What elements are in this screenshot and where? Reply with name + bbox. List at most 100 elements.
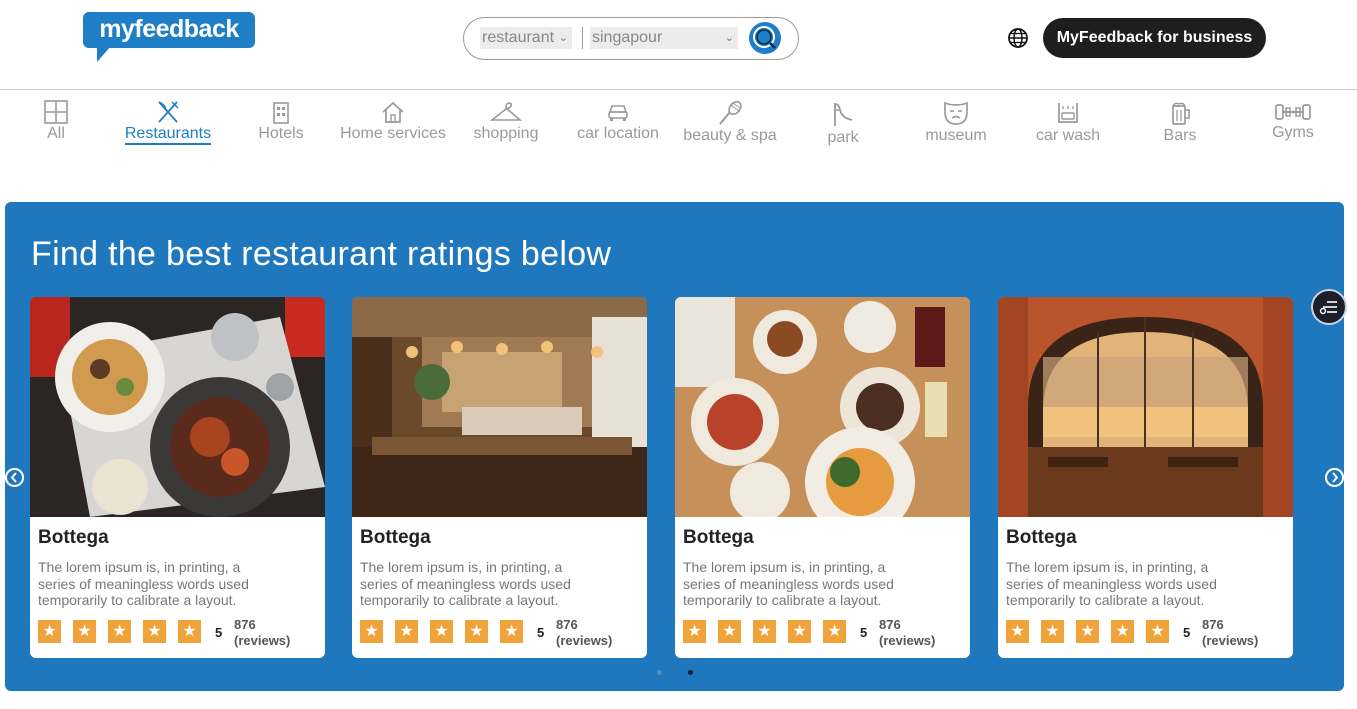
building-icon — [273, 102, 289, 124]
review-count-number: 876 — [879, 617, 901, 632]
carousel-next-button[interactable] — [1325, 468, 1344, 487]
category-label: Restaurants — [124, 125, 212, 145]
location-select[interactable]: singapour ⌄ — [590, 27, 738, 49]
carousel-dot[interactable] — [657, 670, 662, 675]
category-car-location[interactable]: car location — [558, 96, 678, 143]
fork-knife-icon — [158, 101, 179, 123]
category-label: beauty & spa — [683, 127, 777, 144]
category-beauty-spa[interactable]: beauty & spa — [670, 96, 790, 145]
floating-filter-button[interactable] — [1311, 289, 1347, 325]
star-icon: ★ — [395, 620, 418, 643]
category-label: Gyms — [1272, 124, 1314, 141]
star-icon: ★ — [1146, 620, 1169, 643]
mask-icon — [944, 101, 968, 125]
star-icon: ★ — [465, 620, 488, 643]
table-food-photo — [675, 297, 970, 517]
star-icon: ★ — [1076, 620, 1099, 643]
category-label: car wash — [1035, 127, 1101, 144]
site-header: myfeedback restaurant ⌄ singapour ⌄ MyFe… — [0, 0, 1357, 90]
search-button[interactable] — [749, 22, 781, 54]
chevron-right-icon — [1325, 468, 1344, 487]
chevron-left-icon — [5, 468, 24, 487]
review-count[interactable]: 876 (reviews) — [234, 617, 290, 649]
review-count[interactable]: 876 (reviews) — [556, 617, 612, 649]
category-label: museum — [925, 127, 987, 144]
star-icon: ★ — [1041, 620, 1064, 643]
star-icon: ★ — [73, 620, 96, 643]
category-all[interactable]: All — [0, 96, 116, 143]
category-label: Hotels — [258, 125, 304, 142]
rating-value: 5 — [537, 625, 545, 640]
carousel-dot-active[interactable] — [688, 670, 693, 675]
category-restaurants[interactable]: Restaurants — [108, 96, 228, 145]
restaurant-name: Bottega — [1006, 527, 1077, 548]
spa-icon — [719, 100, 742, 125]
category-bars[interactable]: Bars — [1120, 96, 1240, 145]
chevron-down-icon: ⌄ — [724, 32, 734, 44]
star-icon: ★ — [1006, 620, 1029, 643]
section-title: Find the best restaurant ratings below — [31, 235, 612, 273]
star-icon: ★ — [718, 620, 741, 643]
star-icon: ★ — [500, 620, 523, 643]
beer-icon — [1172, 102, 1190, 125]
carousel-prev-button[interactable] — [5, 468, 24, 487]
star-icon: ★ — [108, 620, 131, 643]
category-label: car location — [577, 125, 659, 142]
grid-icon — [44, 100, 68, 124]
logo-text: myfeedback — [99, 15, 239, 43]
restaurant-description: The lorem ipsum is, in printing, a serie… — [683, 559, 894, 608]
rating-value: 5 — [215, 625, 223, 640]
car-icon — [608, 105, 628, 121]
restaurant-card[interactable]: Bottega The lorem ipsum is, in printing,… — [30, 297, 325, 658]
restaurant-name: Bottega — [38, 527, 109, 548]
review-count[interactable]: 876 (reviews) — [879, 617, 935, 649]
restaurant-card[interactable]: Bottega The lorem ipsum is, in printing,… — [675, 297, 970, 658]
star-icon: ★ — [683, 620, 706, 643]
chevron-down-icon: ⌄ — [558, 32, 568, 44]
restaurant-card[interactable]: Bottega The lorem ipsum is, in printing,… — [352, 297, 647, 658]
dumbbell-icon — [1275, 104, 1311, 120]
rating-value: 5 — [1183, 625, 1191, 640]
restaurant-carousel-section: Find the best restaurant ratings below B… — [5, 202, 1344, 691]
search-bar: restaurant ⌄ singapour ⌄ — [463, 17, 799, 60]
review-count-label: (reviews) — [556, 633, 613, 648]
hanger-icon — [489, 102, 523, 121]
star-icon: ★ — [360, 620, 383, 643]
house-icon — [382, 101, 404, 123]
business-button[interactable]: MyFeedback for business — [1043, 18, 1266, 58]
car-wash-icon — [1058, 103, 1078, 123]
plated-dishes-photo — [30, 297, 325, 517]
filter-list-icon — [1319, 301, 1337, 315]
restaurant-description: The lorem ipsum is, in printing, a serie… — [1006, 559, 1217, 608]
category-home-services[interactable]: Home services — [333, 96, 453, 143]
review-count-label: (reviews) — [1202, 633, 1259, 648]
star-icon: ★ — [823, 620, 846, 643]
restaurant-card[interactable]: Bottega The lorem ipsum is, in printing,… — [998, 297, 1293, 658]
category-nav: All Restaurants Hotels Home services sho… — [0, 96, 1357, 156]
review-count-label: (reviews) — [234, 633, 291, 648]
rating-value: 5 — [860, 625, 868, 640]
brand-logo[interactable]: myfeedback — [83, 12, 255, 48]
category-gyms[interactable]: Gyms — [1233, 96, 1353, 142]
restaurant-description: The lorem ipsum is, in printing, a serie… — [38, 559, 249, 608]
category-car-wash[interactable]: car wash — [1008, 96, 1128, 145]
category-museum[interactable]: museum — [896, 96, 1016, 145]
review-count[interactable]: 876 (reviews) — [1202, 617, 1258, 649]
language-selector[interactable] — [1007, 27, 1029, 49]
star-icon: ★ — [38, 620, 61, 643]
category-park[interactable]: park — [783, 96, 903, 147]
category-select-value: restaurant — [482, 29, 555, 46]
restaurant-description: The lorem ipsum is, in printing, a serie… — [360, 559, 571, 608]
arched-window-dining-photo — [998, 297, 1293, 517]
category-hotels[interactable]: Hotels — [221, 96, 341, 143]
logo-speech-tail — [97, 46, 111, 62]
slide-icon — [834, 103, 853, 126]
star-icon: ★ — [430, 620, 453, 643]
location-select-value: singapour — [592, 29, 663, 46]
category-shopping[interactable]: shopping — [446, 96, 566, 143]
category-label: Home services — [340, 125, 446, 142]
category-label: shopping — [473, 125, 539, 142]
category-label: All — [47, 125, 65, 142]
restaurant-interior-photo — [352, 297, 647, 517]
category-select[interactable]: restaurant ⌄ — [480, 27, 572, 49]
